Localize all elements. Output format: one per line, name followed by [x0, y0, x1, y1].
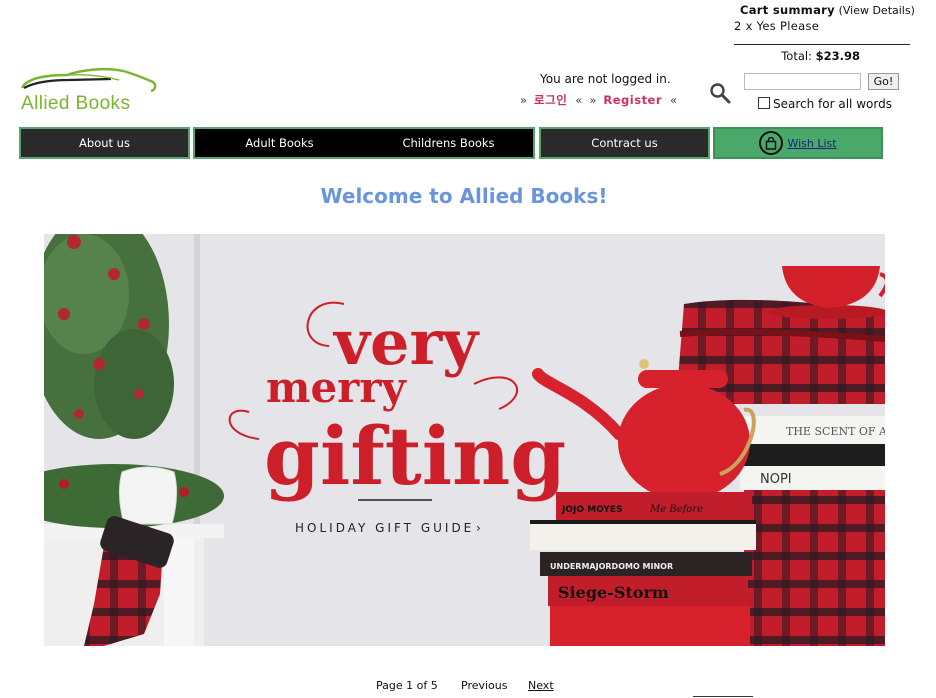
nav-adult-books[interactable]: Adult Books	[195, 136, 364, 150]
wreath	[44, 234, 174, 439]
pagination-previous[interactable]: Previous	[461, 679, 508, 692]
cart-item: 2 x Yes Please	[734, 19, 820, 33]
shopping-bag-icon	[759, 131, 784, 155]
cart-total-value: $23.98	[815, 49, 860, 63]
quote-close-2: «	[670, 93, 678, 107]
holiday-banner[interactable]: very merry gifting HOLIDAY GIFT GUIDE › …	[44, 234, 885, 646]
cart-divider	[734, 44, 910, 45]
banner-guide-link: HOLIDAY GIFT GUIDE	[295, 521, 474, 535]
quote-open-2: »	[589, 93, 597, 107]
logo-text: Allied Books	[21, 93, 131, 114]
search-input[interactable]	[744, 73, 861, 90]
cart-summary: Cart summary (View Details) 2 x Yes Plea…	[734, 3, 915, 63]
book-nopi: NOPI	[760, 472, 792, 487]
car-logo-icon	[20, 67, 157, 93]
search-all-words-checkbox[interactable]	[758, 97, 770, 109]
quote-close: «	[575, 93, 583, 107]
book-mebefore: Me Before	[649, 504, 703, 515]
site-logo[interactable]: Allied Books	[19, 66, 161, 116]
pagination-info: Page 1 of 5	[376, 679, 438, 692]
search-icon[interactable]	[709, 82, 731, 104]
banner-text-merry: merry	[266, 363, 407, 412]
cart-header: Cart summary (View Details)	[734, 3, 915, 17]
nav-about-us[interactable]: About us	[19, 127, 190, 159]
nav-books-group: Adult Books Childrens Books	[193, 127, 535, 159]
wish-list-link[interactable]: Wish List	[787, 137, 836, 150]
cart-total: Total: $23.98	[734, 49, 910, 63]
book-undermajordomo: UNDERMAJORDOMO MINOR	[550, 562, 673, 571]
login-link[interactable]: 로그인	[534, 93, 567, 107]
pagination-next[interactable]: Next	[528, 679, 554, 692]
nav-childrens-books[interactable]: Childrens Books	[364, 136, 533, 150]
nav-wish-list[interactable]: Wish List	[713, 127, 883, 159]
cart-title: Cart summary	[740, 3, 835, 17]
chevron-right-icon: ›	[476, 521, 481, 535]
quote-open: »	[520, 93, 528, 107]
search-all-words[interactable]: Search for all words	[758, 97, 892, 111]
book-scent: THE SCENT OF A D	[786, 425, 885, 438]
footer-divider	[693, 696, 753, 697]
cart-total-label: Total:	[781, 49, 812, 63]
book-jojo: JOJO MOYES	[561, 505, 623, 515]
search-all-words-label: Search for all words	[773, 97, 892, 111]
book-siege: Siege-Storm	[558, 583, 669, 602]
register-link[interactable]: Register	[603, 93, 662, 107]
go-button[interactable]: Go!	[868, 73, 899, 90]
login-status: You are not logged in.	[540, 72, 671, 86]
view-details-link[interactable]: (View Details)	[839, 4, 915, 17]
login-links: » 로그인 « » Register «	[520, 92, 684, 108]
nav-contract-us[interactable]: Contract us	[539, 127, 710, 159]
banner-image: very merry gifting HOLIDAY GIFT GUIDE › …	[44, 234, 885, 646]
banner-text-gifting: gifting	[264, 409, 566, 503]
page-title: Welcome to Allied Books!	[320, 184, 608, 208]
